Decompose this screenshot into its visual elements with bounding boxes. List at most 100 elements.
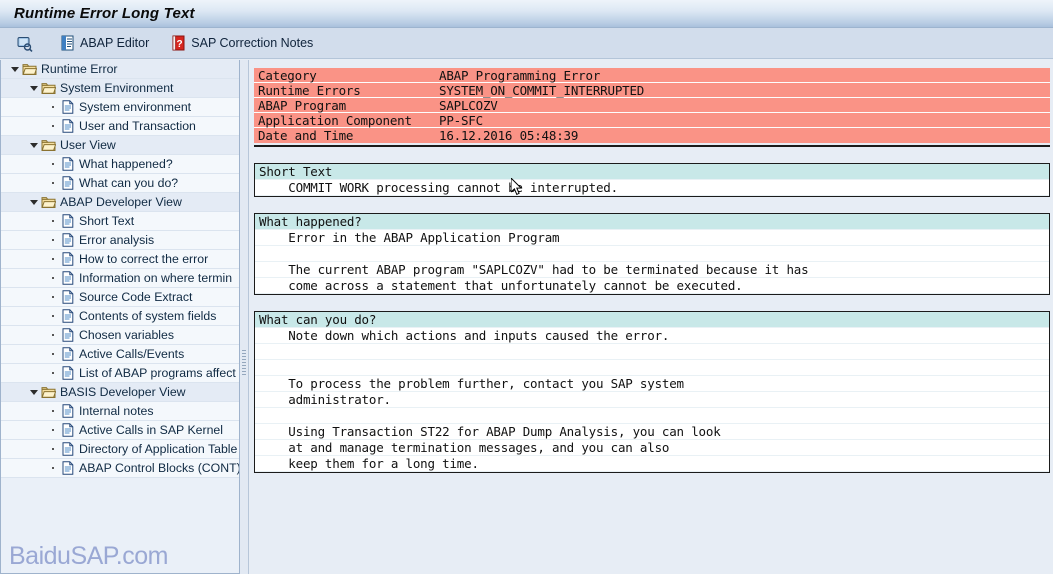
section-heading: What can you do? (255, 312, 1049, 328)
document-icon (59, 252, 76, 266)
tree-item-label: What happened? (79, 157, 173, 171)
tree-item-label: Active Calls in SAP Kernel (79, 423, 223, 437)
summary-key: Application Component (258, 112, 412, 128)
document-icon (59, 100, 76, 114)
tree-item-label: Directory of Application Table (79, 442, 238, 456)
summary-key: Runtime Errors (258, 82, 361, 98)
section-heading: What happened? (255, 214, 1049, 230)
bullet-icon (46, 296, 59, 298)
tree-item-label: How to correct the error (79, 252, 209, 266)
document-icon (59, 214, 76, 228)
bullet-icon (46, 410, 59, 412)
section-line (255, 246, 1049, 262)
summary-value: ABAP Programming Error (439, 67, 601, 83)
tree-item[interactable]: Runtime Error (1, 60, 239, 79)
sap-correction-notes-icon: ? (171, 35, 186, 51)
sap-correction-notes-label: SAP Correction Notes (191, 36, 314, 50)
tree-item[interactable]: User View (1, 136, 239, 155)
tree-item-label: What can you do? (79, 176, 179, 190)
tree-item[interactable]: ABAP Control Blocks (CONT) (1, 459, 239, 478)
sap-correction-notes-button[interactable]: ? SAP Correction Notes (165, 31, 319, 55)
display-magnifier-button[interactable] (10, 31, 44, 55)
chevron-down-icon[interactable] (27, 142, 40, 148)
bullet-icon (46, 334, 59, 336)
summary-divider (254, 145, 1050, 147)
tree-item-label: BASIS Developer View (60, 385, 186, 399)
navigation-tree-panel[interactable]: Runtime Error System Environment System en… (0, 60, 240, 574)
tree-item[interactable]: BASIS Developer View (1, 383, 239, 402)
watermark: BaiduSAP.com (9, 542, 168, 570)
text-section: What can you do? Note down which actions… (254, 311, 1050, 473)
bullet-icon (46, 239, 59, 241)
tree-item[interactable]: Information on where termin (1, 269, 239, 288)
bullet-icon (46, 258, 59, 260)
tree-item-label: Error analysis (79, 233, 155, 247)
tree-item[interactable]: What can you do? (1, 174, 239, 193)
summary-value: PP-SFC (439, 112, 483, 128)
tree-item[interactable]: Active Calls in SAP Kernel (1, 421, 239, 440)
tree-item-label: Information on where termin (79, 271, 233, 285)
tree-item[interactable]: Error analysis (1, 231, 239, 250)
bullet-icon (46, 182, 59, 184)
bullet-icon (46, 277, 59, 279)
tree-item[interactable]: ABAP Developer View (1, 193, 239, 212)
tree-item-label: System environment (79, 100, 192, 114)
tree-item-label: Contents of system fields (79, 309, 217, 323)
tree-item-label: Active Calls/Events (79, 347, 185, 361)
section-line: The current ABAP program "SAPLCOZV" had … (255, 262, 1049, 278)
tree-item-label: Runtime Error (41, 62, 118, 76)
navigation-tree: Runtime Error System Environment System en… (1, 60, 239, 478)
tree-item-label: Short Text (79, 214, 135, 228)
bullet-icon (46, 106, 59, 108)
tree-item-label: Chosen variables (79, 328, 175, 342)
window-title-bar: Runtime Error Long Text (0, 0, 1053, 28)
chevron-down-icon[interactable] (27, 389, 40, 395)
splitter-grip[interactable] (242, 350, 246, 376)
tree-item[interactable]: What happened? (1, 155, 239, 174)
tree-item[interactable]: Contents of system fields (1, 307, 239, 326)
section-heading: Short Text (255, 164, 1049, 180)
tree-item[interactable]: Short Text (1, 212, 239, 231)
tree-item[interactable]: Chosen variables (1, 326, 239, 345)
summary-key: Category (258, 67, 317, 83)
document-icon (59, 157, 76, 171)
document-icon (59, 290, 76, 304)
tree-item[interactable]: List of ABAP programs affect (1, 364, 239, 383)
bullet-icon (46, 448, 59, 450)
main-area: Runtime Error System Environment System en… (0, 60, 1053, 574)
summary-value: SAPLCOZV (439, 97, 498, 113)
tree-item[interactable]: Source Code Extract (1, 288, 239, 307)
document-icon (59, 176, 76, 190)
section-line: To process the problem further, contact … (255, 376, 1049, 392)
chevron-down-icon[interactable] (8, 66, 21, 72)
tree-item-label: User View (60, 138, 116, 152)
svg-text:?: ? (177, 39, 183, 50)
folder-icon (40, 386, 57, 399)
tree-item[interactable]: Active Calls/Events (1, 345, 239, 364)
section-line: keep them for a long time. (255, 456, 1049, 472)
tree-item[interactable]: Directory of Application Table (1, 440, 239, 459)
tree-item[interactable]: Internal notes (1, 402, 239, 421)
bullet-icon (46, 125, 59, 127)
document-icon (59, 271, 76, 285)
summary-value: 16.12.2016 05:48:39 (439, 128, 579, 143)
tree-item[interactable]: System Environment (1, 79, 239, 98)
tree-item[interactable]: System environment (1, 98, 239, 117)
bullet-icon (46, 429, 59, 431)
folder-icon (40, 82, 57, 95)
text-section: Short Text COMMIT WORK processing cannot… (254, 163, 1050, 197)
chevron-down-icon[interactable] (27, 85, 40, 91)
page-title: Runtime Error Long Text (14, 5, 195, 22)
bullet-icon (46, 353, 59, 355)
abap-editor-button[interactable]: ABAP Editor (54, 31, 155, 55)
panel-splitter[interactable] (240, 60, 249, 574)
tree-item-label: System Environment (60, 81, 174, 95)
tree-item[interactable]: User and Transaction (1, 117, 239, 136)
tree-item[interactable]: How to correct the error (1, 250, 239, 269)
folder-icon (40, 139, 57, 152)
section-line: Error in the ABAP Application Program (255, 230, 1049, 246)
document-icon (59, 328, 76, 342)
chevron-down-icon[interactable] (27, 199, 40, 205)
document-icon (59, 347, 76, 361)
document-icon (59, 366, 76, 380)
